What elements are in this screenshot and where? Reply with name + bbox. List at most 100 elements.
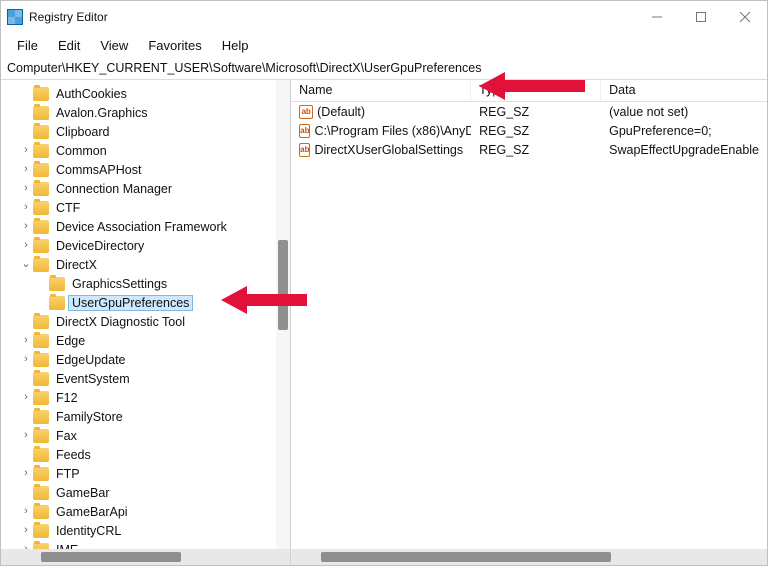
tree-node[interactable]: GraphicsSettings: [1, 274, 290, 293]
expander-icon[interactable]: [19, 525, 33, 536]
expander-icon[interactable]: [19, 221, 33, 232]
expander-icon[interactable]: [19, 468, 33, 479]
value-type-cell: REG_SZ: [471, 143, 601, 157]
expander-icon[interactable]: [19, 335, 33, 346]
tree-view[interactable]: AuthCookiesAvalon.GraphicsClipboard Commo…: [1, 80, 290, 549]
close-button[interactable]: [723, 1, 767, 33]
tree-node[interactable]: F12: [1, 388, 290, 407]
tree-node[interactable]: Device Association Framework: [1, 217, 290, 236]
tree-node[interactable]: Clipboard: [1, 122, 290, 141]
col-header-name[interactable]: Name: [291, 80, 471, 101]
tree-node-label: GraphicsSettings: [69, 277, 170, 291]
col-header-data[interactable]: Data: [601, 80, 767, 101]
minimize-button[interactable]: [635, 1, 679, 33]
values-horizontal-scrollbar[interactable]: [291, 549, 767, 565]
expander-icon[interactable]: [19, 240, 33, 251]
folder-icon: [33, 505, 49, 519]
folder-icon: [49, 296, 65, 310]
folder-icon: [49, 277, 65, 291]
tree-vertical-scrollbar[interactable]: [276, 80, 290, 549]
tree-node[interactable]: DirectX: [1, 255, 290, 274]
tree-node[interactable]: EventSystem: [1, 369, 290, 388]
expander-icon[interactable]: [19, 354, 33, 365]
list-row[interactable]: ab(Default)REG_SZ(value not set): [291, 102, 767, 121]
tree-node-label: CTF: [53, 201, 83, 215]
scroll-thumb[interactable]: [41, 552, 181, 562]
menu-help[interactable]: Help: [212, 36, 259, 55]
expander-icon[interactable]: [19, 164, 33, 175]
tree-node[interactable]: IdentityCRL: [1, 521, 290, 540]
tree-node[interactable]: AuthCookies: [1, 84, 290, 103]
folder-icon: [33, 125, 49, 139]
list-row[interactable]: abC:\Program Files (x86)\AnyD...REG_SZGp…: [291, 121, 767, 140]
tree-node-label: GameBar: [53, 486, 113, 500]
menu-view[interactable]: View: [90, 36, 138, 55]
tree-node-label: FTP: [53, 467, 83, 481]
tree-node-label: Common: [53, 144, 110, 158]
tree-node[interactable]: UserGpuPreferences: [1, 293, 290, 312]
folder-icon: [33, 524, 49, 538]
expander-icon[interactable]: [19, 430, 33, 441]
tree-node[interactable]: FTP: [1, 464, 290, 483]
tree-node-label: CommsAPHost: [53, 163, 144, 177]
string-value-icon: ab: [299, 105, 313, 119]
expander-icon[interactable]: [19, 202, 33, 213]
tree-node[interactable]: EdgeUpdate: [1, 350, 290, 369]
menubar: File Edit View Favorites Help: [1, 33, 767, 57]
list-row[interactable]: abDirectXUserGlobalSettingsREG_SZSwapEff…: [291, 140, 767, 159]
tree-node[interactable]: IME: [1, 540, 290, 549]
tree-node[interactable]: CommsAPHost: [1, 160, 290, 179]
tree-node-label: DeviceDirectory: [53, 239, 147, 253]
value-name-text: C:\Program Files (x86)\AnyD...: [314, 124, 471, 138]
col-header-type[interactable]: Type: [471, 80, 601, 101]
tree-node-label: EventSystem: [53, 372, 133, 386]
tree-node-label: GameBarApi: [53, 505, 131, 519]
menu-edit[interactable]: Edit: [48, 36, 90, 55]
folder-icon: [33, 87, 49, 101]
value-name-cell: ab C:\Program Files (x86)\AnyD...: [291, 124, 471, 138]
menu-file[interactable]: File: [7, 36, 48, 55]
tree-node-label: UserGpuPreferences: [69, 296, 192, 310]
tree-node[interactable]: Connection Manager: [1, 179, 290, 198]
values-list[interactable]: ab(Default)REG_SZ(value not set)abC:\Pro…: [291, 102, 767, 549]
expander-icon[interactable]: [19, 145, 33, 156]
address-bar[interactable]: Computer\HKEY_CURRENT_USER\Software\Micr…: [1, 57, 767, 79]
maximize-button[interactable]: [679, 1, 723, 33]
scroll-thumb[interactable]: [278, 240, 288, 330]
titlebar[interactable]: Registry Editor: [1, 1, 767, 33]
tree-node[interactable]: Common: [1, 141, 290, 160]
value-name-cell: ab DirectXUserGlobalSettings: [291, 143, 471, 157]
value-type-cell: REG_SZ: [471, 105, 601, 119]
tree-node[interactable]: FamilyStore: [1, 407, 290, 426]
value-name-text: DirectXUserGlobalSettings: [314, 143, 463, 157]
expander-icon[interactable]: [19, 506, 33, 517]
tree-node[interactable]: Avalon.Graphics: [1, 103, 290, 122]
folder-icon: [33, 315, 49, 329]
values-header: Name Type Data: [291, 80, 767, 102]
folder-icon: [33, 467, 49, 481]
expander-icon[interactable]: [19, 183, 33, 194]
folder-icon: [33, 106, 49, 120]
menu-favorites[interactable]: Favorites: [138, 36, 211, 55]
window-title: Registry Editor: [29, 10, 635, 24]
tree-node[interactable]: GameBarApi: [1, 502, 290, 521]
folder-icon: [33, 486, 49, 500]
tree-node[interactable]: Fax: [1, 426, 290, 445]
tree-horizontal-scrollbar[interactable]: [1, 549, 290, 565]
expander-icon[interactable]: [19, 259, 33, 270]
string-value-icon: ab: [299, 143, 310, 157]
tree-node-label: Edge: [53, 334, 88, 348]
scroll-thumb[interactable]: [321, 552, 611, 562]
string-value-icon: ab: [299, 124, 310, 138]
folder-icon: [33, 410, 49, 424]
expander-icon[interactable]: [19, 392, 33, 403]
folder-icon: [33, 239, 49, 253]
tree-node[interactable]: DeviceDirectory: [1, 236, 290, 255]
tree-node[interactable]: Edge: [1, 331, 290, 350]
tree-node[interactable]: CTF: [1, 198, 290, 217]
tree-node[interactable]: Feeds: [1, 445, 290, 464]
window-controls: [635, 1, 767, 33]
tree-node[interactable]: DirectX Diagnostic Tool: [1, 312, 290, 331]
tree-node[interactable]: GameBar: [1, 483, 290, 502]
tree-node-label: FamilyStore: [53, 410, 126, 424]
